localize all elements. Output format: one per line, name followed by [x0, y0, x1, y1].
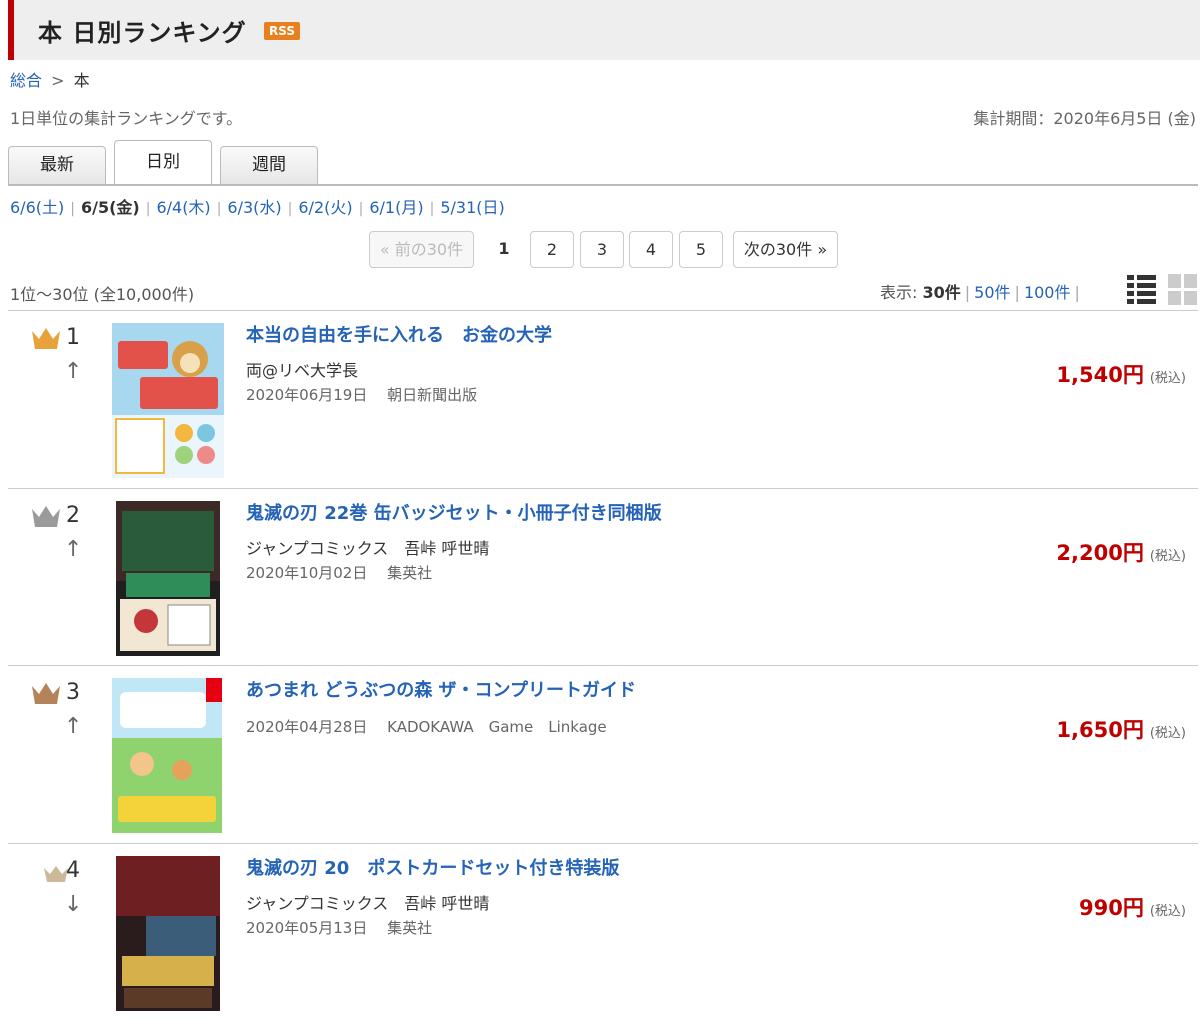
book-cover-image[interactable]: [112, 678, 222, 833]
ranking-item: 4 ↓ 鬼滅の刃 20 ポストカードセット付き特装版 ジャンプコミックス 吾峠 …: [8, 844, 1198, 1014]
page-title: 本 日別ランキング: [38, 19, 247, 47]
date-current: 6/5(金): [80, 198, 140, 217]
aggregation-period: 集計期間：2020年6月5日 (金): [973, 109, 1196, 128]
breadcrumb-separator: >: [51, 71, 65, 90]
breadcrumb-current: 本: [73, 71, 90, 90]
rank-number: 2: [66, 503, 80, 528]
date-link[interactable]: 6/2(火): [298, 198, 352, 217]
price-value: 990円: [1079, 896, 1144, 920]
price: 990円 (税込): [1079, 892, 1186, 922]
price: 1,540円 (税込): [1056, 359, 1186, 389]
book-meta: 2020年06月19日 朝日新聞出版: [246, 386, 478, 404]
price-value: 2,200円: [1056, 541, 1144, 565]
rank-number: 3: [66, 680, 80, 705]
display-current: 30件: [922, 283, 961, 302]
breadcrumb-home[interactable]: 総合: [10, 71, 42, 90]
list-view-icon[interactable]: [1127, 273, 1156, 305]
book-author[interactable]: 両@リベ大学長: [246, 357, 358, 381]
book-title-link[interactable]: 本当の自由を手に入れる お金の大学: [246, 321, 552, 347]
date-link[interactable]: 6/1(月): [369, 198, 423, 217]
book-author[interactable]: ジャンプコミックス 吾峠 呼世晴: [246, 890, 489, 914]
rank-number: 4: [66, 858, 80, 883]
display-count-selector: 表示: 30件 | 50件 | 100件 |: [880, 283, 1080, 302]
ranking-item: 2 ↑ 鬼滅の刃 22巻 缶バッジセット・小冊子付き同梱版 ジャンプコミックス …: [8, 489, 1198, 659]
ranking-item: 3 ↑ あつまれ どうぶつの森 ザ・コンプリートガイド 2020年04月28日 …: [8, 666, 1198, 836]
tax-label: (税込): [1149, 904, 1186, 919]
rss-badge[interactable]: RSS: [264, 22, 300, 40]
ranking-item: 1 ↑ 本当の自由を手に入れる お金の大学 両@リベ大学長 2020年06月19…: [8, 311, 1198, 481]
page-current: 1: [485, 231, 523, 268]
date-link[interactable]: 6/6(土): [10, 198, 64, 217]
display-label: 表示:: [880, 283, 918, 302]
page-header: 本 日別ランキング RSS: [8, 0, 1200, 60]
book-meta: 2020年05月13日 集英社: [246, 919, 433, 937]
page-3-button[interactable]: 3: [580, 231, 624, 268]
display-50-link[interactable]: 50件: [974, 283, 1010, 302]
result-count: 1位〜30位 (全10,000件): [10, 285, 195, 304]
book-meta: 2020年10月02日 集英社: [246, 564, 433, 582]
trend-up-icon: ↑: [64, 359, 83, 384]
rank-number: 1: [66, 325, 80, 350]
page-5-button[interactable]: 5: [679, 231, 723, 268]
page-2-button[interactable]: 2: [530, 231, 574, 268]
date-selector: 6/6(土) | 6/5(金) | 6/4(木) | 6/3(水) | 6/2(火) | 6/1(月…: [10, 198, 505, 217]
date-link[interactable]: 5/31(日): [440, 198, 504, 217]
price: 2,200円 (税込): [1056, 537, 1186, 567]
book-cover-image[interactable]: [116, 501, 220, 656]
gold-crown-icon: [32, 328, 60, 349]
trend-down-icon: ↓: [64, 892, 83, 917]
date-link[interactable]: 6/3(水): [227, 198, 281, 217]
trend-up-icon: ↑: [64, 714, 83, 739]
tax-label: (税込): [1149, 549, 1186, 564]
price-value: 1,650円: [1056, 718, 1144, 742]
grid-view-icon[interactable]: [1168, 273, 1198, 305]
book-meta: 2020年04月28日 KADOKAWA Game Linkage: [246, 718, 607, 736]
tax-label: (税込): [1149, 726, 1186, 741]
tax-label: (税込): [1149, 371, 1186, 386]
price: 1,650円 (税込): [1056, 714, 1186, 744]
book-title-link[interactable]: 鬼滅の刃 22巻 缶バッジセット・小冊子付き同梱版: [246, 499, 662, 525]
breadcrumb: 総合 > 本: [10, 67, 90, 91]
date-link[interactable]: 6/4(木): [156, 198, 210, 217]
book-author[interactable]: ジャンプコミックス 吾峠 呼世晴: [246, 535, 489, 559]
prev-page-button[interactable]: « 前の30件: [369, 231, 474, 268]
book-cover-image[interactable]: [116, 856, 220, 1011]
tab-latest[interactable]: 最新: [8, 146, 106, 185]
display-100-link[interactable]: 100件: [1024, 283, 1071, 302]
bronze-crown-icon: [32, 683, 60, 704]
book-title-link[interactable]: あつまれ どうぶつの森 ザ・コンプリートガイド: [246, 676, 636, 702]
ranking-description: 1日単位の集計ランキングです。: [10, 109, 243, 128]
tab-weekly[interactable]: 週間: [220, 146, 318, 185]
tab-daily[interactable]: 日別: [114, 140, 212, 186]
tabs-divider: [8, 184, 1198, 186]
book-cover-image[interactable]: [112, 323, 224, 478]
book-title-link[interactable]: 鬼滅の刃 20 ポストカードセット付き特装版: [246, 854, 619, 880]
silver-crown-icon: [32, 506, 60, 527]
price-value: 1,540円: [1056, 363, 1144, 387]
next-page-button[interactable]: 次の30件 »: [733, 231, 838, 268]
trend-up-icon: ↑: [64, 537, 83, 562]
page-4-button[interactable]: 4: [629, 231, 673, 268]
